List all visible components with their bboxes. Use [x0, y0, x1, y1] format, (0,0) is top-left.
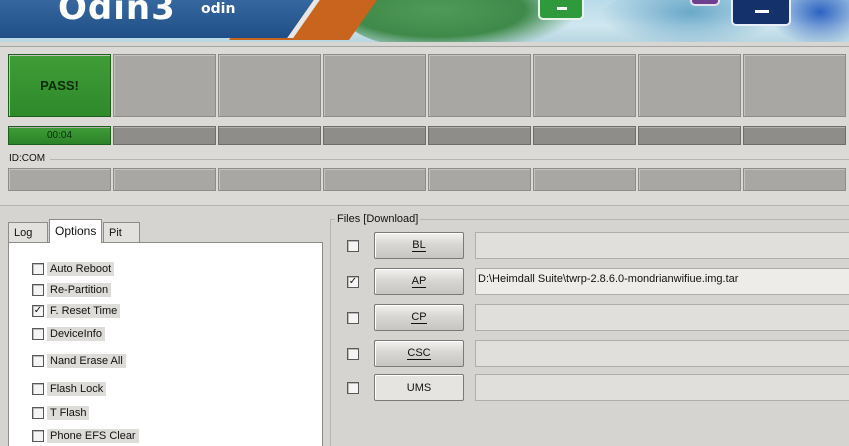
file-row-ums: UMS — [344, 374, 849, 402]
checkbox[interactable] — [32, 430, 44, 442]
port-progress-3 — [218, 126, 321, 145]
checkbox[interactable] — [347, 312, 359, 324]
checkbox[interactable] — [32, 284, 44, 296]
option-auto-reboot[interactable]: Auto Reboot — [32, 261, 115, 277]
device-status-area: PASS! 00:04 ID:COM — [0, 46, 849, 206]
file-row-bl: BL — [344, 232, 849, 260]
option-label: T Flash — [47, 406, 90, 420]
ap-button[interactable]: AP — [374, 268, 464, 295]
checkbox[interactable] — [32, 263, 44, 275]
port-progress-1: 00:04 — [8, 126, 111, 145]
option-label: Auto Reboot — [47, 262, 115, 276]
port-status-5 — [428, 54, 531, 117]
option-phone-efs-clear[interactable]: Phone EFS Clear — [32, 428, 139, 444]
check-mark-icon: ✓ — [33, 305, 43, 316]
option-label: Nand Erase All — [47, 354, 126, 368]
bl-path-field[interactable] — [475, 232, 849, 259]
ums-button[interactable]: UMS — [374, 374, 464, 401]
check-mark-icon: ✓ — [348, 276, 358, 287]
option-flash-lock[interactable]: Flash Lock — [32, 381, 107, 397]
ums-path-field[interactable] — [475, 374, 849, 401]
port-status-4 — [323, 54, 426, 117]
files-group-label: Files [Download] — [335, 213, 421, 225]
header-banner: Odin3 odin — [0, 0, 849, 42]
idcom-slot-6 — [533, 168, 636, 191]
port-status-message: PASS! — [40, 78, 79, 93]
elapsed-time: 00:04 — [46, 130, 73, 141]
checkbox[interactable] — [32, 355, 44, 367]
checkbox-checked[interactable]: ✓ — [32, 305, 44, 317]
bl-button-label: BL — [412, 239, 426, 252]
port-progress-8 — [743, 126, 846, 145]
port-status-2 — [113, 54, 216, 117]
cp-button[interactable]: CP — [374, 304, 464, 331]
port-progress-5 — [428, 126, 531, 145]
port-progress-2 — [113, 126, 216, 145]
csc-path-field[interactable] — [475, 340, 849, 367]
idcom-label: ID:COM — [9, 153, 49, 164]
checkbox[interactable] — [347, 348, 359, 360]
file-row-cp: CP — [344, 304, 849, 332]
checkbox[interactable] — [347, 382, 359, 394]
option-label: DeviceInfo — [47, 327, 105, 341]
bottom-panel: Log Pit Auto Reboot Re-Partition ✓ F. Re… — [0, 205, 849, 446]
port-progress-7 — [638, 126, 741, 145]
port-status-8 — [743, 54, 846, 117]
port-progress-6 — [533, 126, 636, 145]
idcom-slot-4 — [323, 168, 426, 191]
idcom-divider — [50, 159, 849, 160]
port-status-3 — [218, 54, 321, 117]
port-status-7 — [638, 54, 741, 117]
port-status-6 — [533, 54, 636, 117]
option-label: Re-Partition — [47, 283, 112, 297]
tab-log[interactable]: Log — [8, 222, 48, 243]
tab-pit[interactable]: Pit — [103, 222, 140, 243]
option-label: F. Reset Time — [47, 304, 121, 318]
bl-button[interactable]: BL — [374, 232, 464, 259]
cp-path-field[interactable] — [475, 304, 849, 331]
file-row-ap: ✓ AP D:\Heimdall Suite\twrp-2.8.6.0-mond… — [344, 268, 849, 296]
option-label: Phone EFS Clear — [47, 429, 139, 443]
idcom-slot-1 — [8, 168, 111, 191]
checkbox[interactable] — [32, 383, 44, 395]
option-label: Flash Lock — [47, 382, 107, 396]
speech-bubble-icon — [538, 0, 584, 20]
idcom-slot-2 — [113, 168, 216, 191]
option-nand-erase-all[interactable]: Nand Erase All — [32, 353, 126, 369]
port-progress-4 — [323, 126, 426, 145]
idcom-slot-3 — [218, 168, 321, 191]
idcom-slot-7 — [638, 168, 741, 191]
option-f-reset-time[interactable]: ✓ F. Reset Time — [32, 303, 121, 319]
option-t-flash[interactable]: T Flash — [32, 405, 90, 421]
tab-options[interactable]: Options — [49, 219, 102, 243]
file-row-csc: CSC — [344, 340, 849, 368]
idcom-slot-5 — [428, 168, 531, 191]
app-subtitle: odin — [201, 1, 236, 17]
speech-bubble-icon — [731, 0, 791, 26]
ap-path-field[interactable]: D:\Heimdall Suite\twrp-2.8.6.0-mondrianw… — [475, 268, 849, 295]
options-panel: Auto Reboot Re-Partition ✓ F. Reset Time… — [8, 242, 323, 446]
port-status-1: PASS! — [8, 54, 111, 117]
checkbox[interactable] — [347, 240, 359, 252]
speech-bubble-icon — [690, 0, 720, 6]
idcom-slot-8 — [743, 168, 846, 191]
ums-button-label: UMS — [406, 381, 432, 394]
cp-button-label: CP — [411, 311, 427, 324]
option-re-partition[interactable]: Re-Partition — [32, 282, 112, 298]
app-title: Odin3 — [58, 0, 176, 28]
checkbox-checked[interactable]: ✓ — [347, 276, 359, 288]
checkbox[interactable] — [32, 328, 44, 340]
csc-button-label: CSC — [407, 347, 431, 360]
option-deviceinfo[interactable]: DeviceInfo — [32, 326, 105, 342]
checkbox[interactable] — [32, 407, 44, 419]
ap-button-label: AP — [411, 275, 427, 288]
csc-button[interactable]: CSC — [374, 340, 464, 367]
